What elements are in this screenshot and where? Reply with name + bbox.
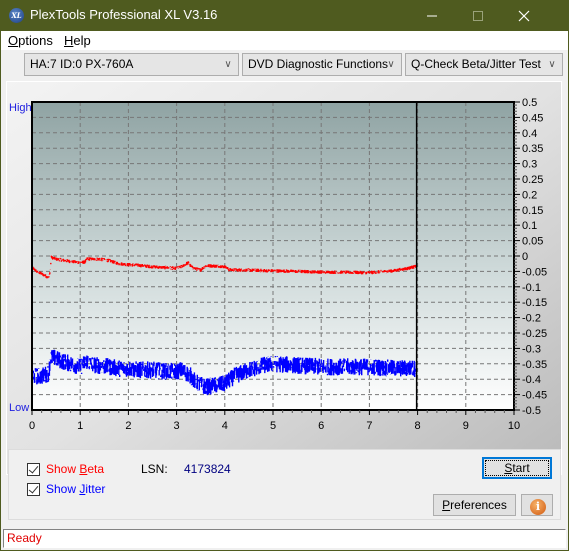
lsn-label: LSN: [141, 462, 168, 476]
x-tick-label: 2 [125, 420, 131, 432]
window-title: PlexTools Professional XL V3.16 [30, 7, 218, 22]
status-text: Ready [7, 531, 42, 545]
x-tick-label: 3 [174, 420, 180, 432]
y-axis: 0.5 0.45 0.4 0.35 0.3 0.25 0.2 0.15 0.1 0.05 0 -0.0… [514, 97, 547, 417]
focus-rect [485, 460, 549, 476]
y-tick-label: -0.4 [522, 374, 541, 386]
y-tick-label: 0.45 [522, 112, 543, 124]
function-select-value: DVD Diagnostic Functions [248, 57, 389, 71]
chevron-down-icon: ∨ [387, 59, 395, 70]
x-tick-label: 7 [366, 420, 372, 432]
y-tick-label: 0.15 [522, 205, 543, 217]
title-bar[interactable]: XL PlexTools Professional XL V3.16 [0, 0, 569, 31]
preferences-button[interactable]: Preferences [433, 494, 516, 516]
y-tick-label: -0.15 [522, 297, 547, 309]
chart-panel: 0 1 2 3 4 5 6 7 8 9 10 0.5 0.45 0.4 0.35 0.3 0.25 0.2 0.1… [6, 81, 562, 475]
menu-help-label: elp [73, 33, 91, 48]
x-tick-label: 10 [508, 420, 520, 432]
y-tick-label: 0.5 [522, 97, 537, 109]
y-tick-label: -0.2 [522, 313, 541, 325]
y-tick-label: 0.25 [522, 174, 543, 186]
app-logo-icon: XL [9, 8, 24, 23]
y-tick-label: -0.3 [522, 343, 541, 355]
lsn-value: 4173824 [184, 462, 231, 476]
y-tick-label: -0.05 [522, 266, 547, 278]
options-panel: Show Beta Show Jitter LSN: 4173824 Start… [8, 449, 561, 520]
y-tick-label: 0 [522, 251, 528, 263]
preferences-accel: P [442, 498, 451, 512]
axis-label-low: Low [9, 402, 29, 414]
show-beta-prefix: Show [46, 462, 80, 476]
drive-select-value: HA:7 ID:0 PX-760A [30, 57, 134, 71]
show-jitter-prefix: Show [46, 482, 80, 496]
beta-jitter-chart: 0 1 2 3 4 5 6 7 8 9 10 0.5 0.45 0.4 0.35 0.3 0.25 0.2 0.1… [9, 97, 547, 432]
show-beta-checkbox[interactable] [27, 463, 40, 476]
show-jitter-rest: itter [85, 482, 106, 496]
menu-help-accel: H [64, 33, 74, 48]
x-tick-label: 1 [77, 420, 83, 432]
start-button[interactable]: Start [482, 457, 552, 479]
show-jitter-label[interactable]: Show Jitter [46, 482, 105, 496]
y-tick-label: -0.5 [522, 405, 541, 417]
info-icon: i [530, 499, 546, 515]
y-tick-label: -0.35 [522, 359, 547, 371]
y-tick-label: 0.3 [522, 159, 537, 171]
x-tick-label: 0 [29, 420, 35, 432]
info-button[interactable]: i [521, 494, 553, 516]
maximize-icon [473, 10, 483, 21]
x-axis: 0 1 2 3 4 5 6 7 8 9 10 [29, 410, 520, 432]
menu-help[interactable]: Help [64, 33, 91, 48]
close-icon [518, 10, 530, 21]
chevron-down-icon: ∨ [548, 59, 556, 70]
menu-options[interactable]: Options [8, 33, 53, 48]
x-tick-label: 9 [463, 420, 469, 432]
menu-options-label: ptions [18, 33, 53, 48]
menu-bar: Options Help [1, 31, 568, 50]
x-tick-label: 5 [270, 420, 276, 432]
test-select-value: Q-Check Beta/Jitter Test [411, 57, 541, 71]
y-tick-label: 0.4 [522, 128, 537, 140]
x-tick-label: 8 [415, 420, 421, 432]
y-tick-label: 0.1 [522, 220, 537, 232]
y-tick-label: -0.1 [522, 282, 541, 294]
function-select[interactable]: DVD Diagnostic Functions ∨ [242, 53, 402, 76]
toolbar: HA:7 ID:0 PX-760A ∨ DVD Diagnostic Funct… [1, 50, 568, 78]
preferences-label: references [450, 498, 507, 512]
close-button[interactable] [501, 0, 547, 31]
y-tick-label: -0.25 [522, 328, 547, 340]
show-beta-rest: eta [87, 462, 105, 476]
status-bar: Ready [3, 529, 566, 548]
chevron-down-icon: ∨ [224, 59, 232, 70]
axis-label-high: High [9, 102, 32, 114]
client-area: Options Help HA:7 ID:0 PX-760A ∨ DVD Dia… [1, 31, 568, 550]
minimize-icon [427, 15, 437, 16]
drive-select[interactable]: HA:7 ID:0 PX-760A ∨ [24, 53, 239, 76]
maximize-button[interactable] [455, 0, 501, 31]
minimize-button[interactable] [409, 0, 455, 31]
menu-options-accel: O [8, 33, 19, 48]
x-tick-label: 6 [318, 420, 324, 432]
show-beta-label[interactable]: Show Beta [46, 462, 104, 476]
y-tick-label: -0.45 [522, 390, 547, 402]
app-window: XL PlexTools Professional XL V3.16 Optio… [0, 0, 569, 551]
y-tick-label: 0.2 [522, 189, 537, 201]
y-tick-label: 0.05 [522, 236, 543, 248]
show-jitter-checkbox[interactable] [27, 483, 40, 496]
x-tick-label: 4 [222, 420, 228, 432]
y-tick-label: 0.35 [522, 143, 543, 155]
test-select[interactable]: Q-Check Beta/Jitter Test ∨ [405, 53, 563, 76]
